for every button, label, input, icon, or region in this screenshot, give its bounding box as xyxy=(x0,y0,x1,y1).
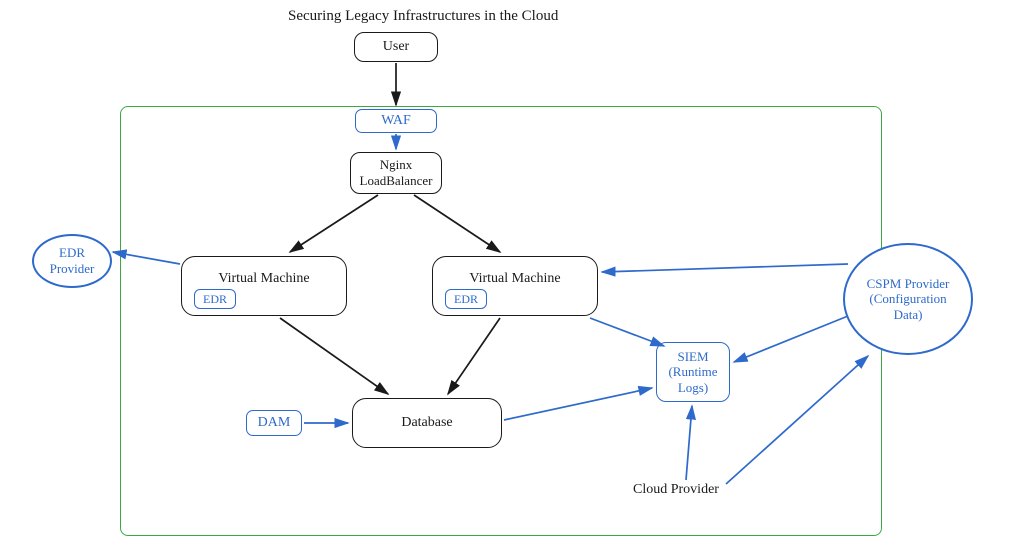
arrow-cspm-siem xyxy=(734,316,848,362)
arrow-vm1-db xyxy=(280,318,388,394)
arrow-nginx-vm2 xyxy=(414,195,500,252)
arrow-db-siem xyxy=(504,388,652,420)
arrow-cloud-siem xyxy=(686,406,692,480)
arrow-vm2-siem xyxy=(590,318,664,346)
arrow-cloud-cspm xyxy=(726,356,868,484)
arrow-vm1-edr xyxy=(113,252,180,264)
arrows-layer xyxy=(0,0,1024,554)
arrow-vm2-db xyxy=(448,318,500,394)
arrow-nginx-vm1 xyxy=(290,195,378,252)
arrow-cspm-vm2 xyxy=(602,264,848,272)
